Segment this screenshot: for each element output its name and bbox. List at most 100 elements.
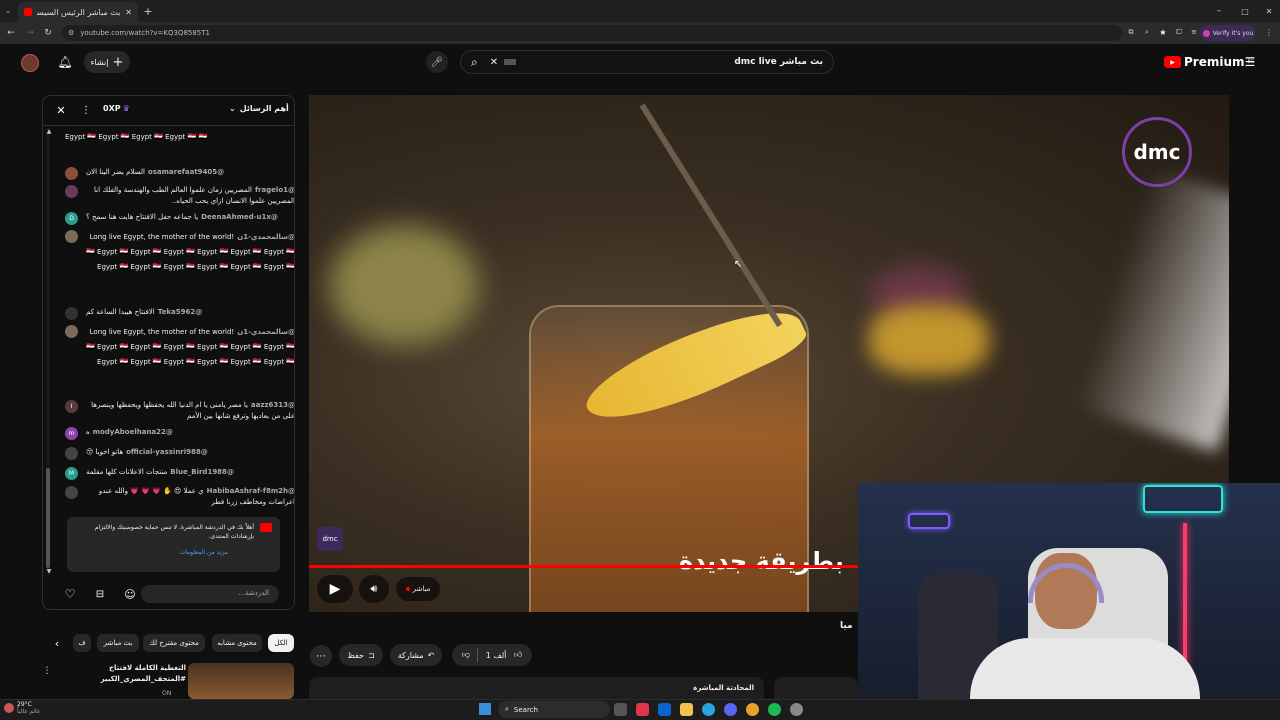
app-icon[interactable] bbox=[790, 703, 803, 716]
youtube-premium-logo[interactable]: ▶ Premium EG bbox=[1164, 55, 1255, 69]
chat-author: @official-yassinri988 bbox=[126, 448, 208, 456]
chat-message: Egypt 🇪🇬 Egypt 🇪🇬 Egypt 🇪🇬 Egypt 🇪🇬 🇪🇬 bbox=[65, 132, 294, 143]
url-text: youtube.com/watch?v=KQ3Q8585T1 bbox=[80, 29, 210, 37]
dislike-icon[interactable]: 👎︎ bbox=[462, 650, 470, 660]
discord-icon[interactable] bbox=[724, 703, 737, 716]
live-dot-icon bbox=[405, 587, 410, 591]
maximize-icon[interactable]: □ bbox=[1238, 4, 1252, 18]
related-title[interactable]: التغطية الكاملة لافتتاح #المتحف_المصري_ا… bbox=[101, 663, 186, 685]
premium-label: Premium bbox=[1184, 55, 1245, 69]
install-icon[interactable]: ⧉ bbox=[1126, 27, 1136, 37]
super-chat-icon[interactable]: ⊟ bbox=[93, 587, 107, 601]
extensions-icon[interactable]: ⧠ bbox=[1174, 27, 1184, 37]
start-icon[interactable] bbox=[479, 703, 491, 715]
save-button[interactable]: حفظ ⊐ bbox=[339, 644, 383, 666]
like-icon[interactable]: 👍︎ bbox=[514, 650, 522, 660]
file-explorer-icon[interactable] bbox=[680, 703, 693, 716]
browser-tab-strip bbox=[0, 0, 1280, 22]
app-icon[interactable] bbox=[636, 703, 649, 716]
search-icon[interactable]: ⌕ bbox=[471, 55, 478, 70]
close-tab-icon[interactable]: ✕ bbox=[125, 8, 132, 17]
tab-search-icon[interactable]: ≡ bbox=[1189, 27, 1199, 37]
verify-profile-button[interactable]: Verify it's you bbox=[1200, 25, 1256, 41]
related-more-icon[interactable]: ⋮ bbox=[43, 664, 52, 678]
keyboard-icon[interactable] bbox=[504, 59, 517, 65]
search-input[interactable]: dmc live بث مباشر bbox=[516, 57, 823, 67]
emoji-icon[interactable]: ☺ bbox=[123, 587, 137, 601]
back-icon[interactable]: ← bbox=[5, 27, 17, 39]
plus-icon: + bbox=[112, 54, 124, 70]
outlook-icon[interactable] bbox=[658, 703, 671, 716]
chat-author: @osamarefaat9405 bbox=[147, 168, 225, 176]
close-chat-icon[interactable]: ✕ bbox=[55, 104, 67, 117]
account-avatar[interactable] bbox=[21, 54, 39, 72]
chip-selected[interactable]: الكل bbox=[268, 634, 294, 652]
chat-mode-selector[interactable]: ⌄ أهم الرسائل bbox=[229, 104, 289, 113]
notifications-bell-icon[interactable]: 🔔︎ bbox=[56, 53, 74, 71]
learn-more-link[interactable]: مزيد من المعلومات bbox=[75, 548, 228, 557]
live-label: مباشر bbox=[412, 585, 431, 593]
chat-more-icon[interactable]: ⋮ bbox=[81, 104, 91, 116]
avatar bbox=[65, 185, 78, 198]
chat-notice-card: أهلاً بك في الدردشة المباشرة. لا تنس حما… bbox=[67, 517, 280, 572]
browser-tab[interactable]: بث مباشر الرئيس السيسي يـ ✕ bbox=[18, 2, 138, 22]
voice-search-mic-icon[interactable]: 🎤︎ bbox=[426, 51, 448, 73]
related-thumbnail[interactable] bbox=[188, 663, 294, 699]
avatar bbox=[65, 167, 78, 180]
xp-badge[interactable]: 0XP ♛ bbox=[103, 104, 130, 113]
create-button[interactable]: إنشاء + bbox=[84, 51, 130, 73]
description-box[interactable] bbox=[774, 677, 858, 699]
channel-logo[interactable]: dmc bbox=[317, 527, 343, 551]
chat-author: @Teka5962 bbox=[157, 308, 203, 316]
chat-author: @Blue_Bird1988 bbox=[170, 468, 234, 476]
heart-icon[interactable]: ♡ bbox=[63, 587, 77, 601]
chip[interactable]: محتوى مشابه bbox=[212, 634, 262, 652]
task-view-icon[interactable] bbox=[614, 703, 627, 716]
forward-icon[interactable]: → bbox=[24, 27, 36, 39]
zoom-icon[interactable]: ⌕ bbox=[1142, 27, 1152, 37]
create-label: إنشاء bbox=[90, 57, 109, 67]
volume-icon[interactable]: 🔊︎ bbox=[359, 575, 389, 603]
weather-icon bbox=[4, 703, 14, 713]
chat-message: @official-yassinri988هاتو اخويا 😚 bbox=[65, 447, 294, 460]
chip[interactable]: محتوى مقترح لك bbox=[143, 634, 205, 652]
site-info-icon[interactable]: ⚙ bbox=[68, 29, 74, 37]
live-badge[interactable]: مباشر bbox=[396, 577, 440, 601]
chat-input[interactable]: الدردشة... bbox=[141, 585, 279, 603]
play-button[interactable]: ▶ bbox=[317, 575, 353, 603]
scroll-up-icon[interactable]: ▲ bbox=[45, 128, 53, 135]
more-actions-icon[interactable]: ⋯ bbox=[310, 645, 332, 667]
tab-title: بث مباشر الرئيس السيسي يـ bbox=[37, 7, 121, 17]
mouse-cursor-icon: ↖ bbox=[733, 258, 743, 270]
chevron-left-icon[interactable]: ‹ bbox=[50, 635, 64, 651]
chat-author: @aazz6313 bbox=[250, 401, 295, 409]
spotify-icon[interactable] bbox=[768, 703, 781, 716]
new-tab-icon[interactable]: + bbox=[142, 5, 154, 18]
chat-message-text: ه bbox=[86, 428, 90, 436]
chip[interactable]: بث مباشر bbox=[97, 634, 139, 652]
chat-message: @osamarefaat9405السلام يضر الينا الان bbox=[65, 167, 294, 180]
lemon-blur-shape bbox=[329, 225, 479, 345]
chat-scroll-thumb[interactable] bbox=[46, 468, 50, 568]
guide-menu-icon[interactable]: ☰ bbox=[1242, 54, 1258, 70]
address-bar[interactable]: ⚙ youtube.com/watch?v=KQ3Q8585T1 bbox=[62, 25, 1122, 41]
share-button[interactable]: مشاركة ↶ bbox=[390, 644, 442, 666]
tab-list-icon[interactable]: ⌄ bbox=[3, 6, 13, 16]
taskbar-search[interactable]: ⌕ Search bbox=[498, 701, 610, 718]
scroll-down-icon[interactable]: ▼ bbox=[45, 568, 53, 575]
search-box[interactable]: ⌕ ✕ dmc live بث مباشر bbox=[460, 50, 834, 74]
reload-icon[interactable]: ↻ bbox=[42, 27, 54, 39]
bookmark-star-icon[interactable]: ★ bbox=[1158, 27, 1168, 37]
chrome-icon[interactable] bbox=[746, 703, 759, 716]
close-window-icon[interactable]: ✕ bbox=[1262, 4, 1276, 18]
clear-search-icon[interactable]: ✕ bbox=[490, 57, 498, 68]
chip[interactable]: ف bbox=[73, 634, 91, 652]
progress-bar[interactable] bbox=[309, 565, 858, 568]
weather-widget[interactable]: 29°C غائم غالباً bbox=[4, 701, 40, 715]
chat-message-text: السلام يضر الينا الان bbox=[86, 168, 145, 176]
chat-message-text: يا جماعه حفل الافتتاح هايت هنا سمح ؟ bbox=[86, 213, 199, 221]
edge-icon[interactable] bbox=[702, 703, 715, 716]
minimize-icon[interactable]: – bbox=[1212, 4, 1226, 18]
live-chat-replay-box[interactable]: المحادثة المباشرة bbox=[309, 677, 764, 699]
browser-menu-icon[interactable]: ⋮ bbox=[1264, 27, 1274, 37]
